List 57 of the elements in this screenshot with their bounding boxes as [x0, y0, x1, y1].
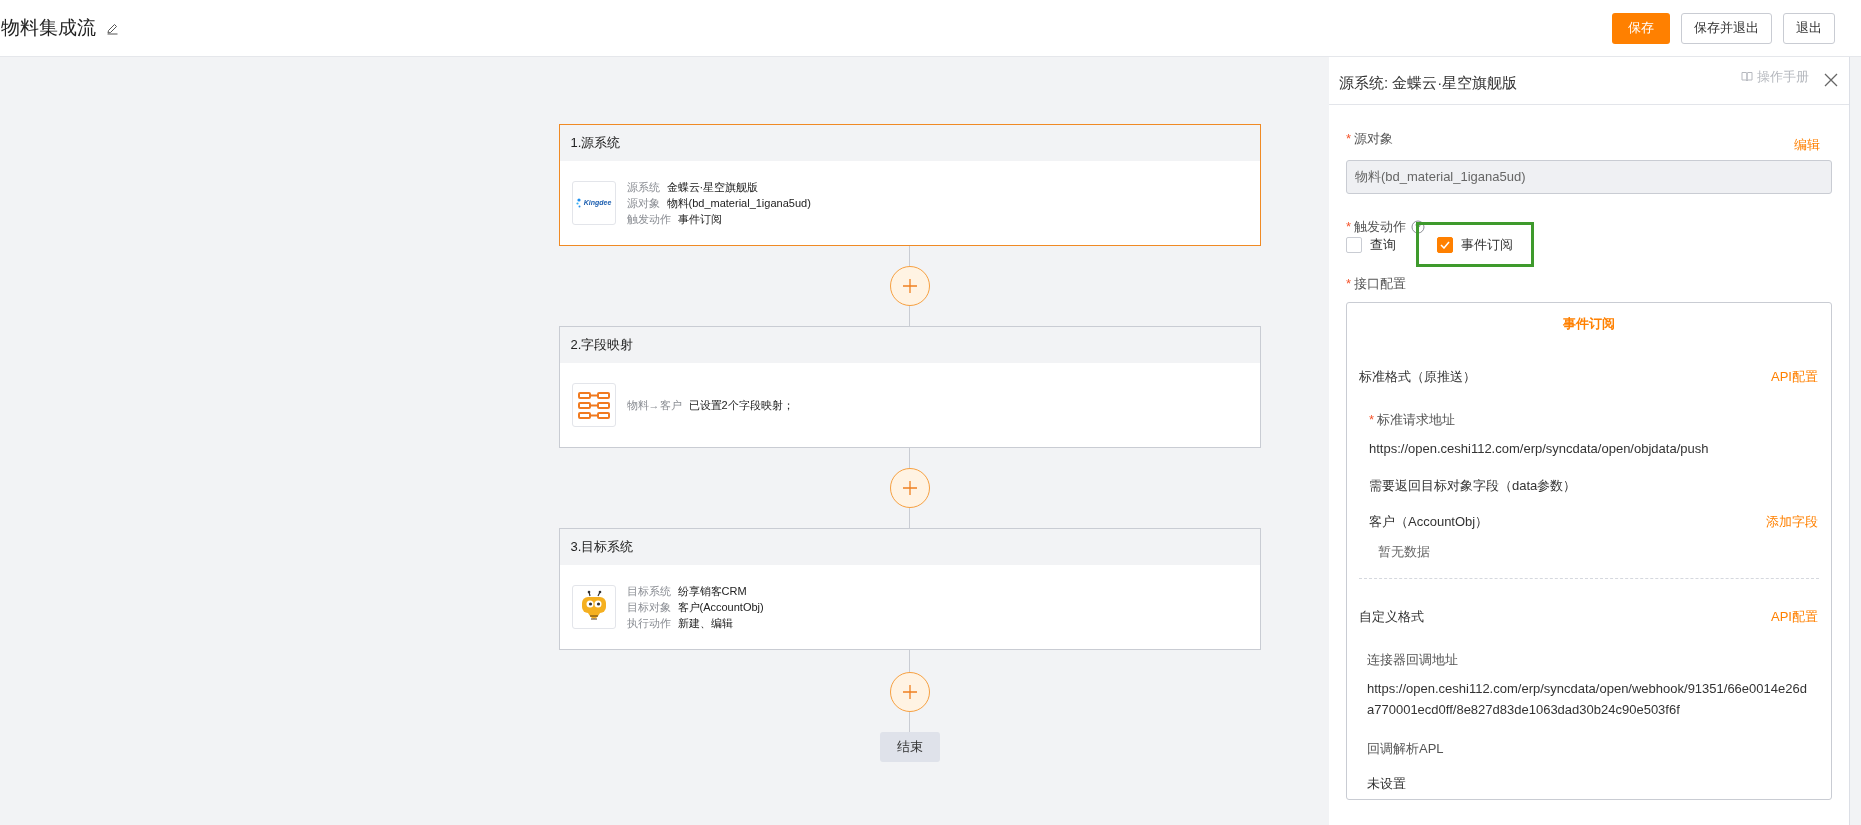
field-value: 未设置 [1366, 775, 1407, 793]
step-title: 1.源系统 [570, 134, 621, 153]
field-label: 标准请求地址 [1377, 411, 1456, 429]
callback-url-text: https://open.ceshi112.com/erp/syncdata/open/webhook/91351/66e0014e26da770001ecd0ff/8e827d83de1063dad30b24c90e503f6f [1366, 679, 1808, 719]
end-button[interactable]: 结束 [879, 732, 940, 762]
step-card[interactable]: 3.目标系统 目标系统 纷享销客CRM 目标对象 客户(AccountObj) 执行动作 新建、编辑 [558, 528, 1261, 650]
field-label: 源对象 [626, 195, 660, 211]
required-mark: * [1369, 411, 1375, 429]
section-title: 标准格式（原推送） [1359, 367, 1476, 386]
edit-icon[interactable] [106, 21, 119, 35]
plus-icon [901, 684, 918, 700]
add-step-button[interactable] [889, 672, 930, 712]
checkbox-option[interactable]: 查询 [1346, 234, 1396, 255]
field-label: 触发动作 [1354, 217, 1407, 236]
step-title: 2.字段映射 [570, 336, 634, 355]
field-value: 物料(bd_material_1igana5ud) [666, 195, 811, 211]
field-label: 回调解析APL [1366, 739, 1445, 758]
check-icon [1440, 240, 1450, 249]
add-step-button[interactable] [889, 266, 930, 306]
add-step-button[interactable] [889, 468, 930, 508]
field-mapping-icon [576, 390, 611, 420]
header-button[interactable]: 保存并退出 [1681, 12, 1772, 44]
checkbox-option[interactable]: 事件订阅 [1437, 234, 1513, 255]
section-title: 自定义格式 [1359, 607, 1424, 626]
field-value: 客户(AccountObj) [677, 599, 764, 615]
step-card[interactable]: 2.字段映射 物料→客户 已设置2个字段映射； [558, 326, 1261, 448]
field-value: 事件订阅 [677, 211, 722, 227]
object-label: 客户（AccountObj） [1369, 512, 1489, 531]
required-mark: * [1346, 130, 1352, 148]
field-value: 纷享销客CRM [677, 583, 747, 599]
field-label: 源系统 [626, 179, 660, 195]
field-value: 金蝶云·星空旗舰版 [666, 179, 759, 195]
plus-icon [901, 480, 918, 496]
field-label: 触发动作 [626, 211, 671, 227]
field-label: 源对象 [1354, 130, 1394, 148]
field-label: 连接器回调地址 [1366, 651, 1459, 669]
field-value: 已设置2个字段映射； [688, 397, 794, 413]
field-label: 目标系统 [626, 583, 671, 599]
required-mark: * [1346, 274, 1352, 293]
field-label: 目标对象 [626, 599, 671, 615]
field-label: 执行动作 [626, 615, 671, 631]
page-title: 物料集成流 [1, 15, 96, 40]
panel-title: 源系统: 金蝶云·星空旗舰版 [1339, 72, 1518, 93]
field-value: 新建、编辑 [677, 615, 733, 631]
close-button[interactable] [1823, 72, 1839, 88]
request-url-text: https://open.ceshi112.com/erp/syncdata/open/objdata/push [1368, 439, 1710, 458]
help-icon[interactable] [1411, 219, 1426, 234]
required-mark: * [1346, 217, 1352, 236]
step-title: 3.目标系统 [570, 538, 634, 557]
field-label: 物料→客户 [626, 397, 682, 413]
field-label: 接口配置 [1354, 274, 1407, 293]
empty-state-text: 暂无数据 [1377, 543, 1431, 561]
header-button[interactable]: 退出 [1783, 12, 1835, 44]
plus-icon [901, 278, 918, 294]
close-icon [1824, 73, 1838, 87]
section-subtitle: 需要返回目标对象字段（data参数） [1368, 477, 1578, 495]
book-icon [1741, 70, 1753, 82]
